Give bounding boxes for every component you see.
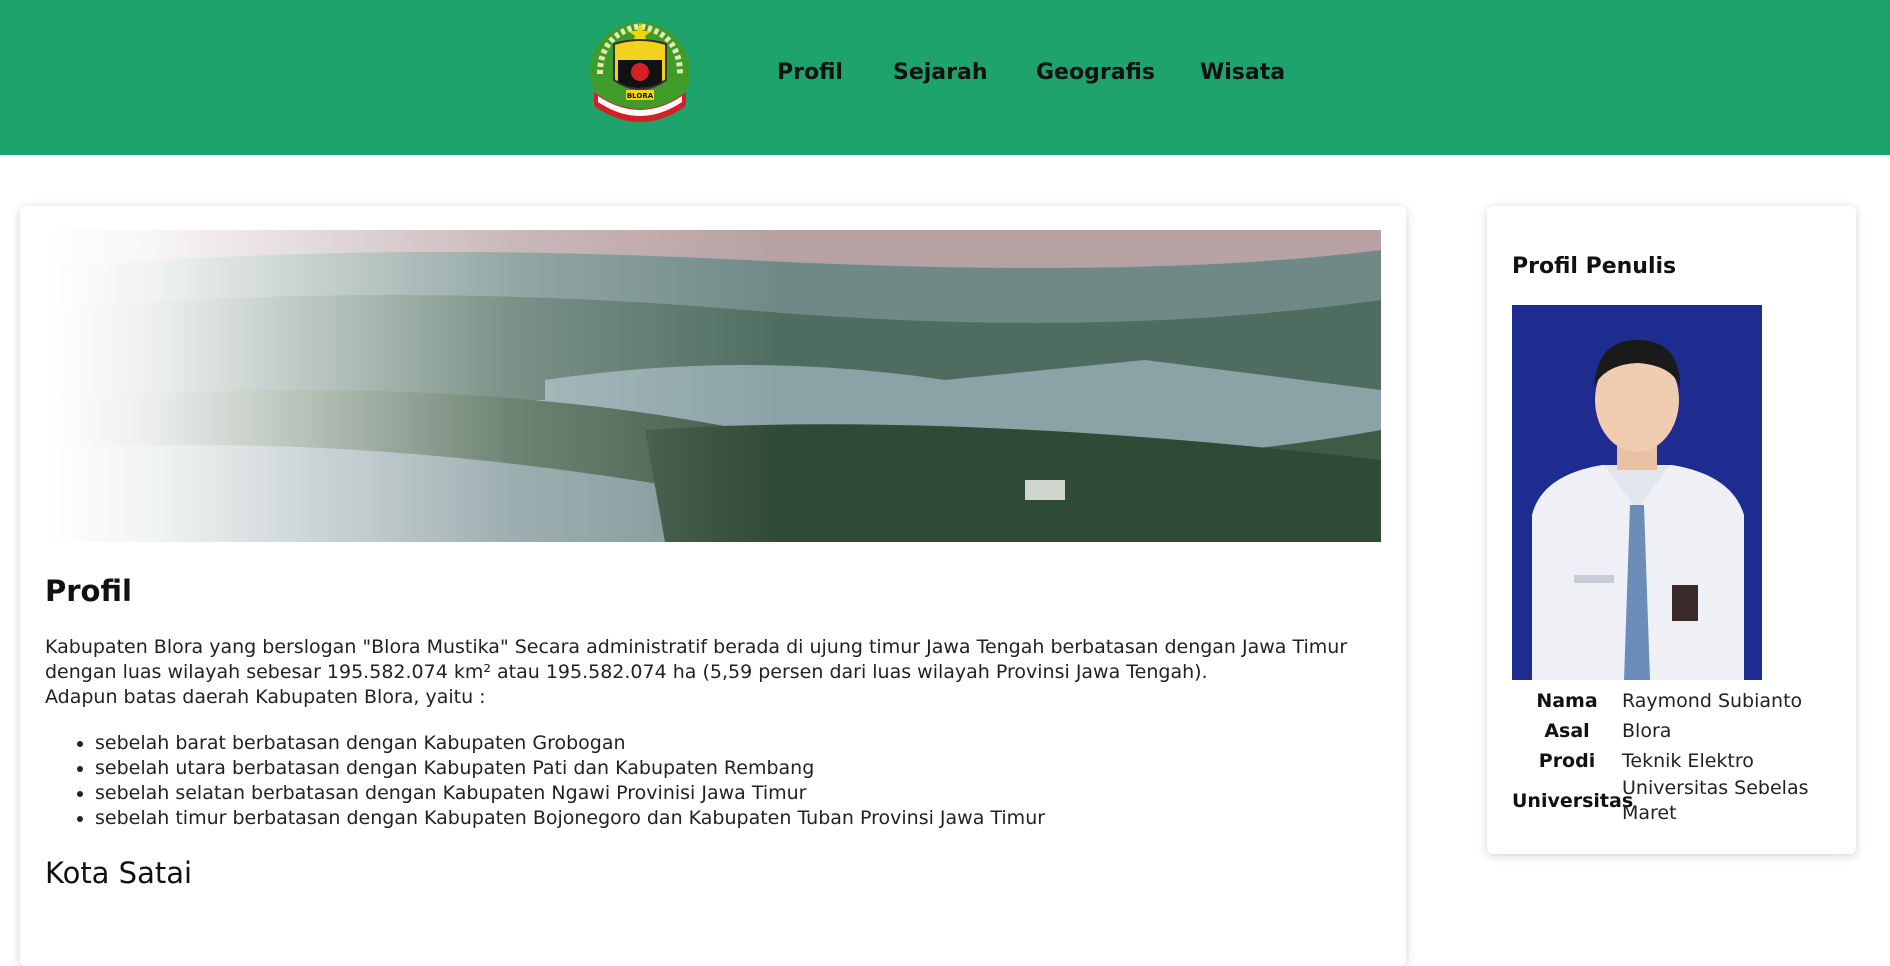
navbar: BLORA Profil Sejarah Geografis Wisata [0, 0, 1890, 155]
border-item-east: sebelah timur berbatasan dengan Kabupate… [95, 806, 1395, 831]
author-info-table: Nama Raymond Subianto Asal Blora Prodi T… [1512, 686, 1842, 826]
section-subtitle: Kota Satai [45, 856, 193, 890]
border-list: sebelah barat berbatasan dengan Kabupate… [70, 731, 1395, 831]
description-paragraph: Kabupaten Blora yang berslogan "Blora Mu… [45, 636, 1348, 683]
blora-logo-icon[interactable]: BLORA [582, 14, 698, 130]
info-row-prodi: Prodi Teknik Elektro [1512, 746, 1842, 776]
nav-sejarah[interactable]: Sejarah [893, 60, 988, 85]
info-value: Blora [1622, 719, 1672, 742]
page-title: Profil [45, 574, 132, 608]
info-row-universitas: Universitas Universitas Sebelas Maret [1512, 776, 1842, 826]
info-value: Teknik Elektro [1622, 749, 1754, 772]
main-content-card: Profil Kabupaten Blora yang berslogan "B… [20, 206, 1406, 966]
info-value: Raymond Subianto [1622, 689, 1803, 712]
border-item-south: sebelah selatan berbatasan dengan Kabupa… [95, 781, 1395, 806]
author-profile-card: Profil Penulis Nama Raymond Subianto Asa… [1487, 206, 1856, 854]
info-row-asal: Asal Blora [1512, 716, 1842, 746]
profile-description: Kabupaten Blora yang berslogan "Blora Mu… [45, 635, 1385, 710]
nav-wisata[interactable]: Wisata [1200, 60, 1285, 85]
author-photo [1512, 305, 1762, 680]
info-value: Universitas Sebelas Maret [1622, 777, 1809, 824]
border-item-north: sebelah utara berbatasan dengan Kabupate… [95, 756, 1395, 781]
info-label: Prodi [1538, 750, 1596, 772]
borders-intro: Adapun batas daerah Kabupaten Blora, yai… [45, 686, 486, 708]
nav-geografis[interactable]: Geografis [1036, 60, 1155, 85]
author-section-title: Profil Penulis [1512, 254, 1677, 279]
info-row-nama: Nama Raymond Subianto [1512, 686, 1842, 716]
info-label: Nama [1536, 690, 1598, 712]
border-item-west: sebelah barat berbatasan dengan Kabupate… [95, 731, 1395, 756]
nav-profil[interactable]: Profil [777, 60, 843, 85]
logo-text: BLORA [627, 92, 654, 100]
hero-landscape-image [45, 230, 1381, 542]
info-label: Asal [1544, 720, 1590, 742]
info-label: Universitas [1512, 790, 1634, 812]
